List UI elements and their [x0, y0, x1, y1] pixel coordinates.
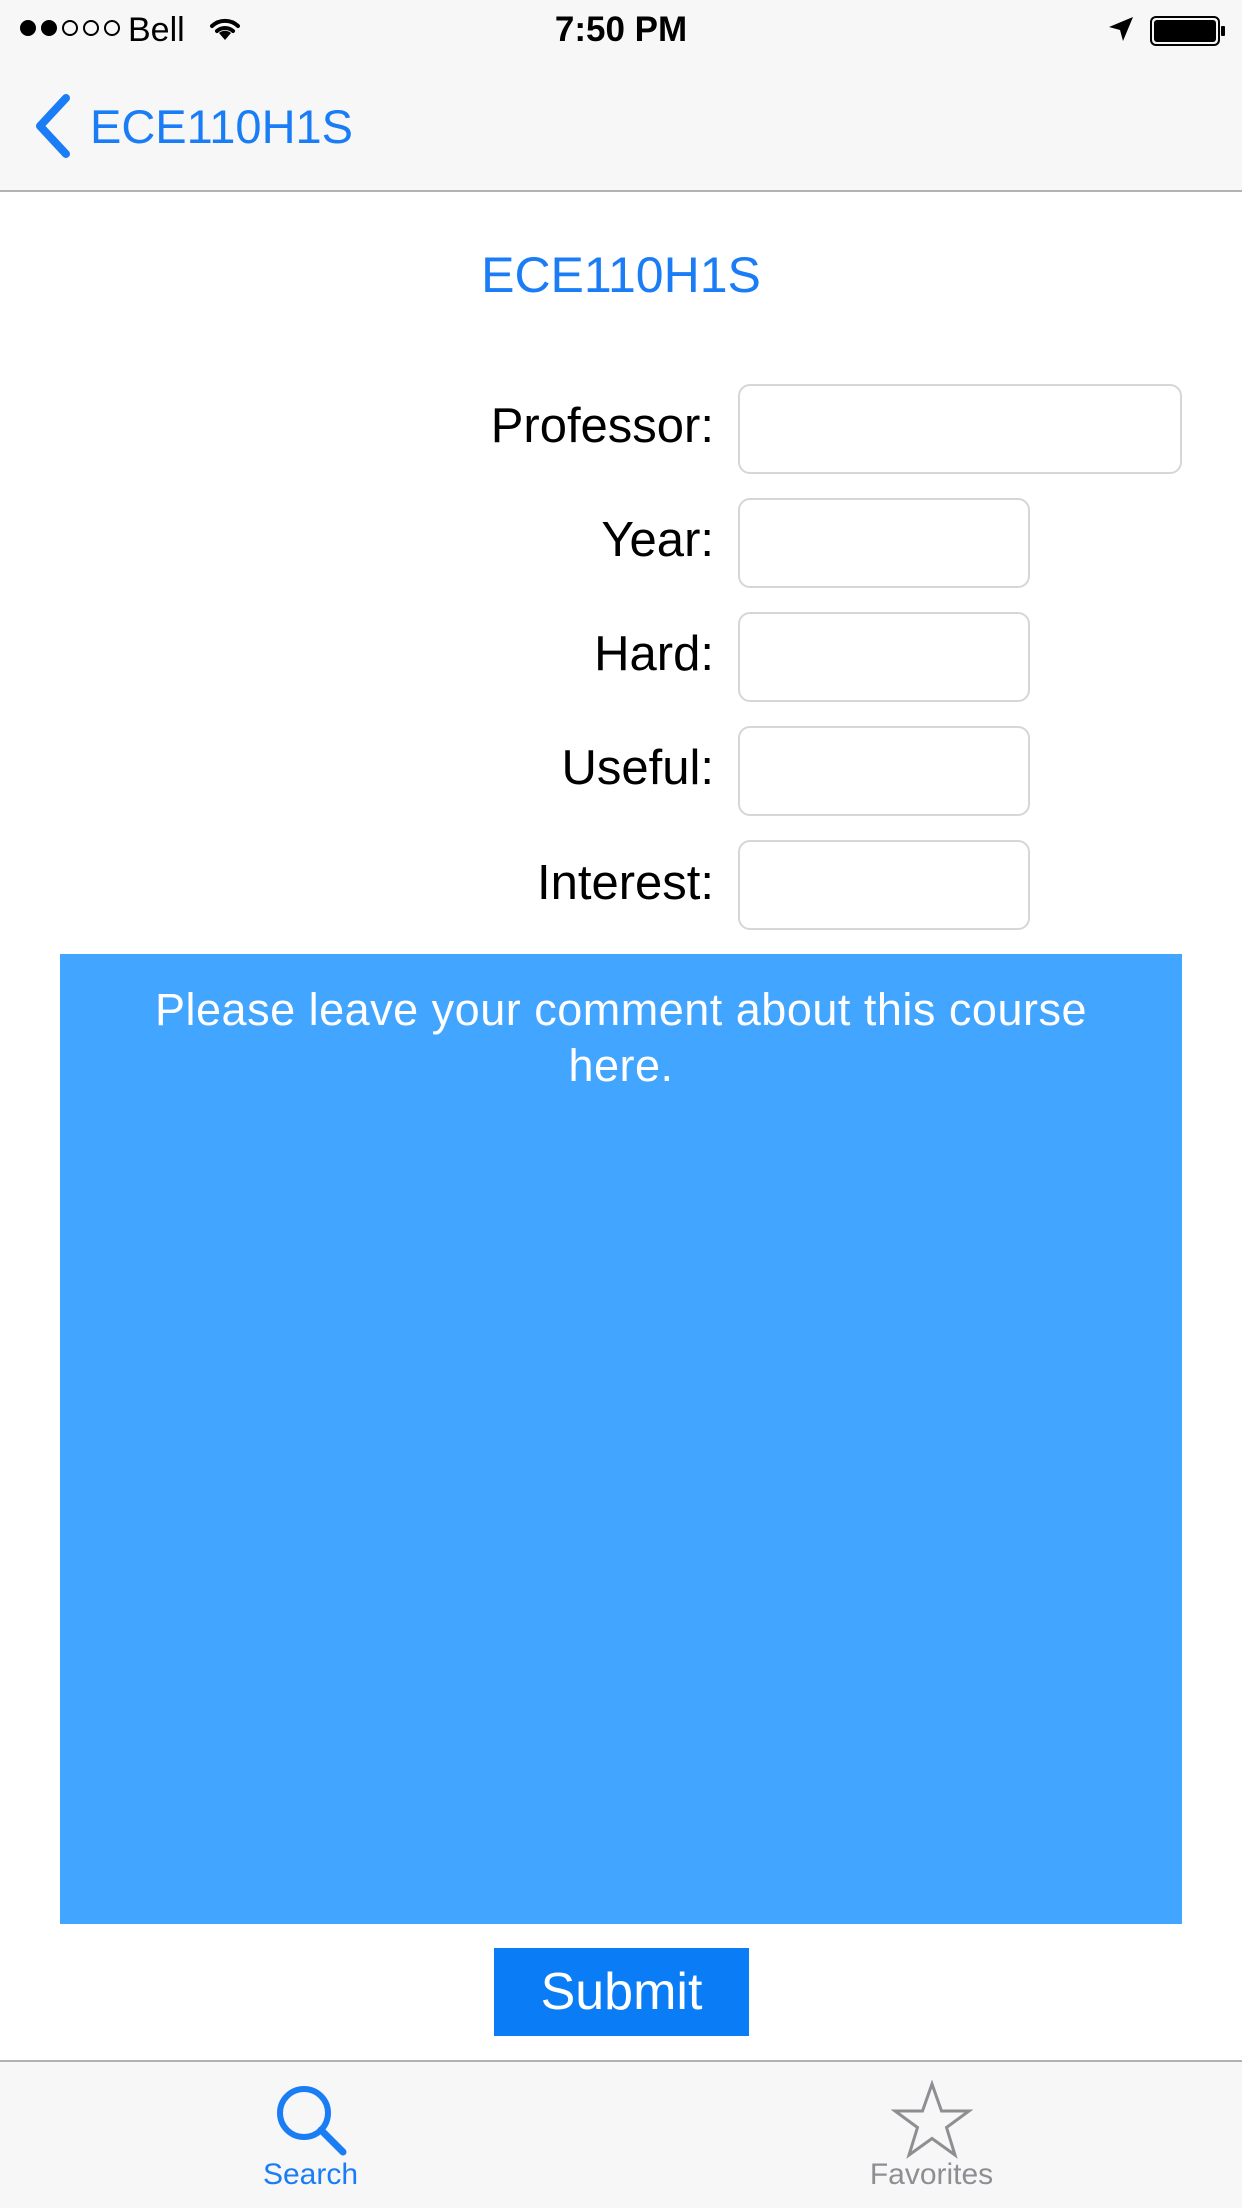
star-icon [890, 2080, 973, 2159]
tab-favorites-label: Favorites [869, 2158, 994, 2191]
tab-search-label: Search [262, 2158, 359, 2191]
submit-button[interactable]: Submit [494, 1948, 749, 2036]
back-label: ECE110H1S [90, 99, 353, 153]
location-arrow-icon [1109, 17, 1133, 41]
hard-input[interactable] [738, 612, 1030, 702]
search-icon [276, 2086, 346, 2156]
useful-label: Useful: [561, 741, 714, 795]
tab-favorites[interactable]: Favorites [621, 2062, 1242, 2208]
battery-icon [1150, 16, 1225, 46]
interest-label: Interest: [536, 856, 714, 910]
year-label: Year: [601, 513, 714, 567]
status-bar: Bell 7:50 PM [0, 0, 1242, 60]
useful-input[interactable] [738, 726, 1030, 816]
tab-bar: Search Favorites [0, 2060, 1242, 2208]
status-time: 7:50 PM [554, 10, 688, 49]
hard-label: Hard: [594, 627, 714, 681]
professor-label: Professor: [490, 399, 714, 453]
comment-textarea[interactable]: Please leave your comment about this cou… [60, 954, 1182, 1924]
back-button[interactable]: ECE110H1S [30, 90, 353, 162]
professor-input[interactable] [738, 384, 1182, 474]
tab-search[interactable]: Search [0, 2062, 621, 2208]
navigation-bar: ECE110H1S [0, 60, 1242, 192]
course-title: ECE110H1S [481, 247, 761, 303]
year-input[interactable] [738, 498, 1030, 588]
screen: Bell 7:50 PM ECE110H1S ECE110H1S Profess… [0, 0, 1242, 2208]
chevron-left-icon [36, 94, 70, 158]
interest-input[interactable] [738, 840, 1030, 930]
